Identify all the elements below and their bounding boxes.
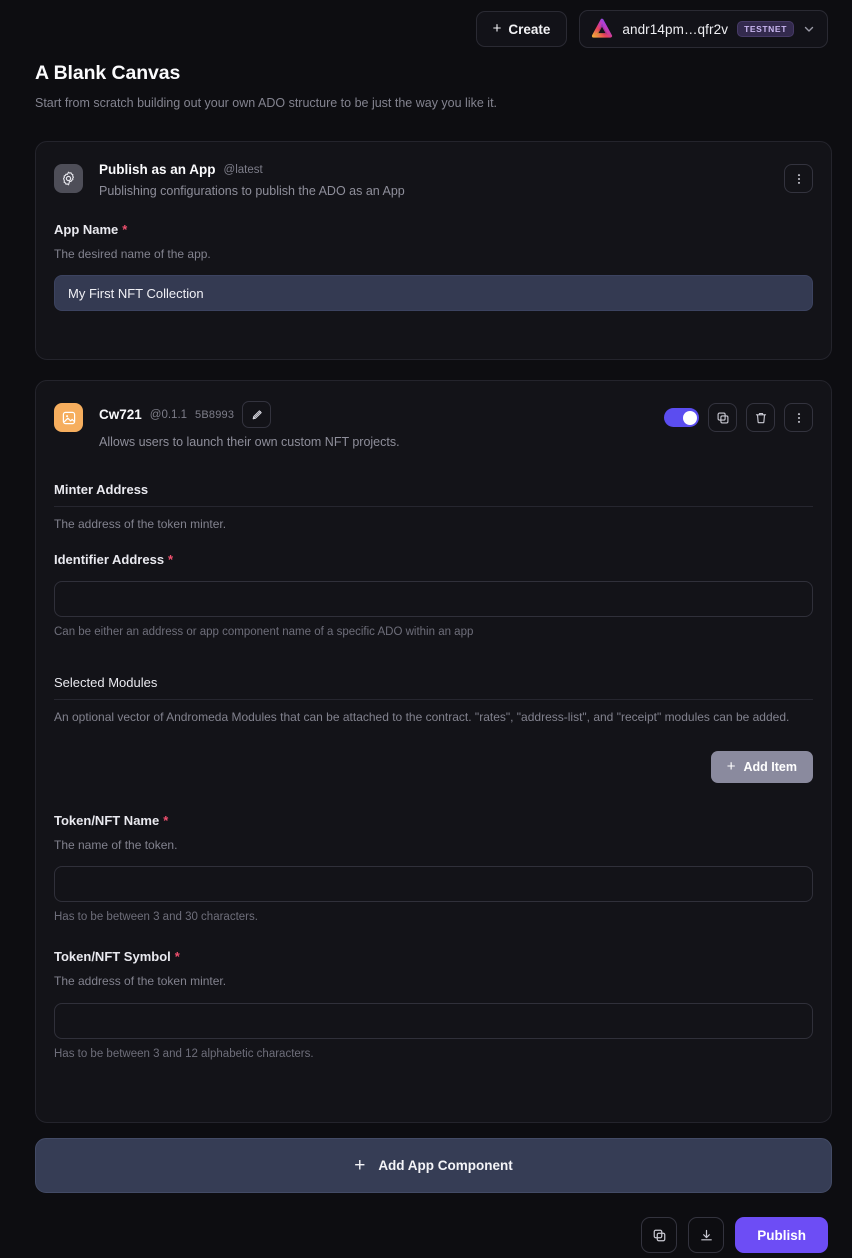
network-badge: TESTNET bbox=[737, 20, 794, 38]
cw721-card-hash: 5B8993 bbox=[195, 408, 235, 421]
field-minter-address-label-text: Minter Address bbox=[54, 482, 149, 497]
field-token-name: Token/NFT Name * The name of the token. … bbox=[54, 813, 813, 923]
required-marker: * bbox=[174, 949, 180, 965]
field-token-name-label: Token/NFT Name * bbox=[54, 813, 813, 828]
field-app-name-label-text: App Name bbox=[54, 222, 119, 237]
field-minter-address-label: Minter Address bbox=[54, 482, 813, 507]
publish-button[interactable]: Publish bbox=[735, 1217, 828, 1253]
cw721-card-header: Cw721 @0.1.1 5B8993 Allows users to laun… bbox=[36, 381, 831, 449]
add-item-row: + Add Item bbox=[54, 750, 813, 783]
field-identifier-address-label-text: Identifier Address bbox=[54, 552, 165, 568]
cw721-enable-toggle[interactable] bbox=[664, 408, 699, 427]
app-root: + Create andr14pm…qfr2v TESTNET A Blank … bbox=[0, 0, 852, 1258]
publish-card-form: App Name * The desired name of the app. bbox=[36, 222, 831, 312]
field-identifier-address-label: Identifier Address * bbox=[54, 552, 813, 567]
download-button[interactable] bbox=[688, 1217, 725, 1253]
top-bar: + Create andr14pm…qfr2v TESTNET bbox=[0, 0, 852, 58]
field-identifier-address-hint: Can be either an address or app componen… bbox=[54, 626, 474, 639]
publish-card-actions bbox=[784, 164, 813, 193]
field-token-name-label-text: Token/NFT Name bbox=[54, 812, 160, 828]
required-marker: * bbox=[168, 552, 174, 568]
wallet-address: andr14pm…qfr2v bbox=[622, 21, 729, 37]
publish-card-more-menu-button[interactable] bbox=[784, 164, 813, 193]
field-token-name-help: The name of the token. bbox=[54, 837, 178, 852]
page-subtitle: Start from scratch building out your own… bbox=[35, 96, 498, 110]
required-marker: * bbox=[122, 222, 128, 237]
plus-icon: + bbox=[354, 1154, 366, 1176]
field-identifier-address: Identifier Address * Can be either an ad… bbox=[54, 552, 813, 638]
wallet-selector[interactable]: andr14pm…qfr2v TESTNET bbox=[579, 10, 828, 48]
cw721-delete-button[interactable] bbox=[746, 403, 775, 432]
cw721-duplicate-button[interactable] bbox=[708, 403, 737, 432]
gear-icon bbox=[54, 164, 83, 193]
cw721-card-version: @0.1.1 bbox=[149, 408, 188, 421]
token-symbol-input[interactable] bbox=[54, 1002, 813, 1039]
add-item-button-label: Add Item bbox=[743, 759, 797, 774]
cw721-card-actions bbox=[664, 403, 813, 432]
add-app-component-label: Add App Component bbox=[378, 1158, 513, 1173]
field-selected-modules-label: Selected Modules bbox=[54, 675, 813, 701]
create-button-label: Create bbox=[508, 21, 551, 37]
add-item-button[interactable]: + Add Item bbox=[710, 750, 813, 783]
page-title: A Blank Canvas bbox=[35, 62, 181, 84]
cw721-component-card: Cw721 @0.1.1 5B8993 Allows users to laun… bbox=[35, 380, 832, 1123]
identifier-address-input[interactable] bbox=[54, 581, 813, 618]
plus-icon: + bbox=[726, 757, 736, 775]
publish-card-version: @latest bbox=[223, 163, 263, 176]
cw721-card-titleblock: Cw721 @0.1.1 5B8993 Allows users to laun… bbox=[99, 401, 664, 449]
andromeda-logo-icon bbox=[591, 18, 613, 40]
plus-icon: + bbox=[492, 20, 502, 37]
footer-action-bar: Publish bbox=[0, 1212, 852, 1258]
field-selected-modules: Selected Modules An optional vector of A… bbox=[54, 675, 813, 783]
add-app-component-button[interactable]: + Add App Component bbox=[35, 1138, 832, 1193]
publish-card-titleblock: Publish as an App @latest Publishing con… bbox=[99, 162, 784, 198]
cw721-card-form: Minter Address The address of the token … bbox=[36, 482, 831, 1060]
field-selected-modules-help: An optional vector of Andromeda Modules … bbox=[54, 710, 790, 725]
field-app-name-label: App Name * bbox=[54, 222, 813, 237]
token-name-input[interactable] bbox=[54, 866, 813, 903]
field-token-symbol-help: The address of the token minter. bbox=[54, 974, 227, 989]
page-heading: A Blank Canvas Start from scratch buildi… bbox=[35, 62, 497, 110]
field-token-symbol: Token/NFT Symbol * The address of the to… bbox=[54, 949, 813, 1060]
publish-card-header: Publish as an App @latest Publishing con… bbox=[36, 142, 831, 198]
field-minter-address-help: The address of the token minter. bbox=[54, 517, 227, 531]
field-token-name-hint: Has to be between 3 and 30 characters. bbox=[54, 911, 258, 924]
field-app-name: App Name * The desired name of the app. bbox=[54, 222, 813, 312]
cw721-card-description: Allows users to launch their own custom … bbox=[99, 435, 400, 449]
copy-button[interactable] bbox=[641, 1217, 678, 1253]
publish-card-name: Publish as an App bbox=[99, 162, 216, 177]
field-app-name-help: The desired name of the app. bbox=[54, 247, 211, 261]
required-marker: * bbox=[163, 812, 169, 828]
cw721-card-name: Cw721 bbox=[99, 407, 142, 422]
cw721-rename-button[interactable] bbox=[242, 401, 272, 428]
app-name-input[interactable] bbox=[54, 275, 813, 312]
publish-as-app-card: Publish as an App @latest Publishing con… bbox=[35, 141, 832, 360]
image-icon bbox=[54, 403, 83, 432]
create-button[interactable]: + Create bbox=[475, 11, 568, 47]
publish-card-description: Publishing configurations to publish the… bbox=[99, 184, 405, 198]
field-selected-modules-label-text: Selected Modules bbox=[54, 675, 158, 691]
field-minter-address: Minter Address The address of the token … bbox=[54, 482, 813, 533]
cw721-more-menu-button[interactable] bbox=[784, 403, 813, 432]
chevron-down-icon bbox=[803, 23, 815, 35]
field-token-symbol-label: Token/NFT Symbol * bbox=[54, 949, 813, 964]
field-token-symbol-label-text: Token/NFT Symbol bbox=[54, 949, 171, 965]
field-token-symbol-hint: Has to be between 3 and 12 alphabetic ch… bbox=[54, 1047, 314, 1060]
